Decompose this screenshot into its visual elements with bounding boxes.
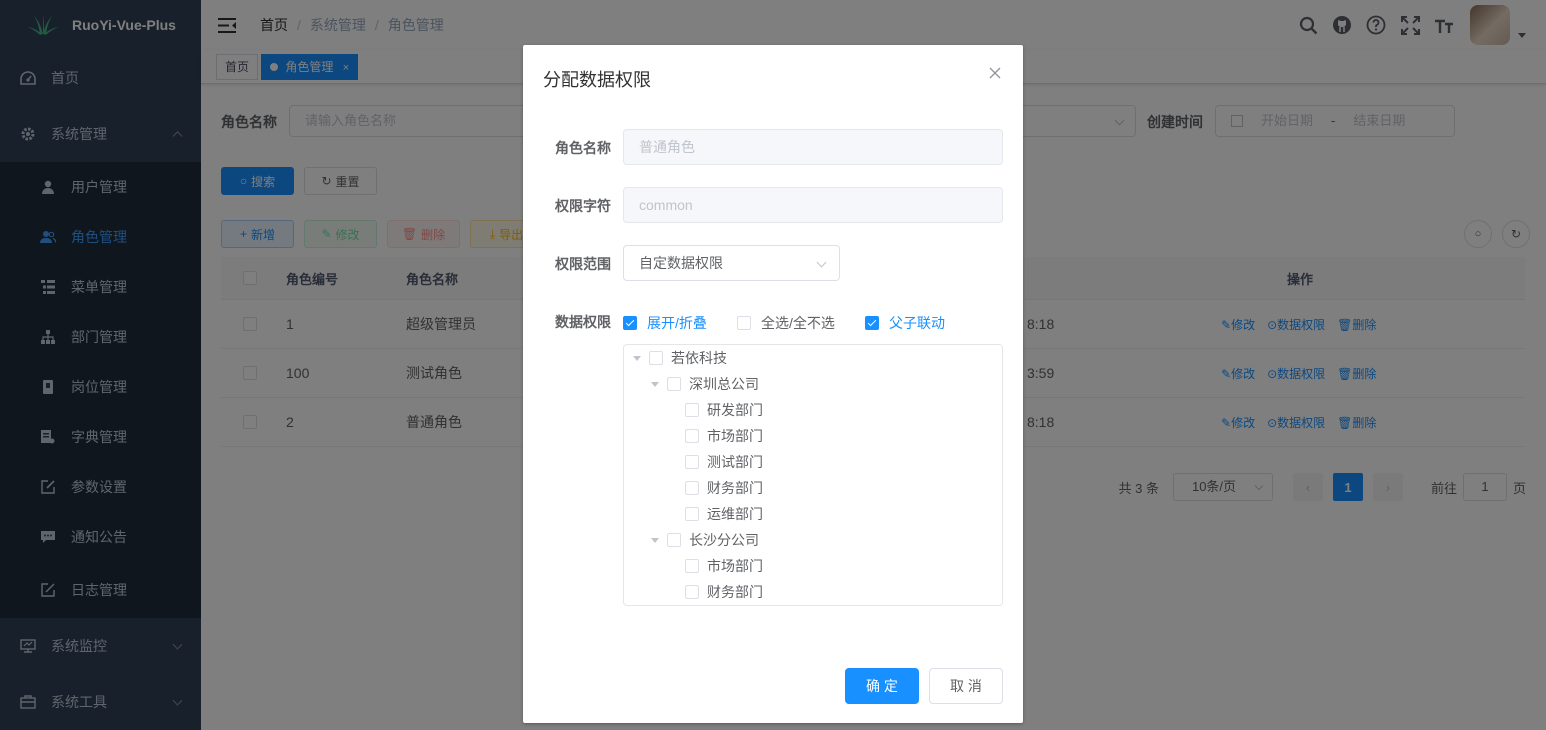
confirm-button[interactable]: 确 定	[845, 668, 919, 704]
tree-checkbox[interactable]	[685, 559, 699, 573]
tree-node-label: 财务部门	[707, 584, 763, 600]
select-all-checkbox[interactable]: 全选/全不选	[737, 313, 835, 333]
tree-node[interactable]: 深圳总公司	[651, 371, 759, 397]
perm-key-field: common	[623, 187, 1003, 223]
tree-node-label: 市场部门	[707, 428, 763, 444]
tree-checkbox[interactable]	[649, 351, 663, 365]
tree-node[interactable]: 研发部门	[685, 397, 763, 423]
tree-node-label: 若依科技	[671, 350, 727, 366]
tree-checkbox[interactable]	[667, 377, 681, 391]
tree-node[interactable]: 市场部门	[685, 553, 763, 579]
cancel-button[interactable]: 取 消	[929, 668, 1003, 704]
data-scope-label: 数据权限	[555, 314, 611, 330]
scope-select[interactable]: 自定数据权限	[623, 245, 840, 281]
tree-node[interactable]: 若依科技	[633, 345, 727, 371]
caret-down-icon[interactable]	[633, 355, 641, 361]
tree-checkbox[interactable]	[685, 429, 699, 443]
tree-node-label: 测试部门	[707, 454, 763, 470]
scope-select-value: 自定数据权限	[639, 255, 723, 271]
tree-node-label: 长沙分公司	[689, 532, 759, 548]
tree-node[interactable]: 财务部门	[685, 475, 763, 501]
caret-down-icon[interactable]	[651, 381, 659, 387]
close-icon[interactable]	[987, 65, 1003, 81]
tree-checkbox[interactable]	[685, 455, 699, 469]
tree-node[interactable]: 测试部门	[685, 449, 763, 475]
tree-node-label: 深圳总公司	[689, 376, 759, 392]
checkbox-checked-icon	[865, 316, 879, 330]
expand-checkbox[interactable]: 展开/折叠	[623, 313, 707, 333]
select-all-checkbox-label: 全选/全不选	[761, 315, 835, 331]
checkbox-checked-icon	[623, 316, 637, 330]
dialog-title: 分配数据权限	[543, 70, 651, 90]
role-name-field: 普通角色	[623, 129, 1003, 165]
tree-node[interactable]: 市场部门	[685, 423, 763, 449]
tree-node-label: 财务部门	[707, 480, 763, 496]
linkage-checkbox-label: 父子联动	[889, 315, 945, 331]
role-name-label: 角色名称	[555, 140, 611, 156]
tree-node-label: 市场部门	[707, 558, 763, 574]
dept-tree: 若依科技 深圳总公司 研发部门 市场部门 测试部门 财务部门 运维部门 长沙分公…	[623, 344, 1003, 606]
tree-node[interactable]: 长沙分公司	[651, 527, 759, 553]
perm-key-label: 权限字符	[555, 198, 611, 214]
tree-node[interactable]: 运维部门	[685, 501, 763, 527]
tree-checkbox[interactable]	[685, 507, 699, 521]
expand-checkbox-label: 展开/折叠	[647, 315, 707, 331]
tree-node-label: 研发部门	[707, 402, 763, 418]
scope-label: 权限范围	[555, 256, 611, 272]
tree-checkbox[interactable]	[685, 481, 699, 495]
data-scope-dialog: 分配数据权限 角色名称 普通角色 权限字符 common 权限范围 自定数据权限…	[523, 45, 1023, 723]
tree-checkbox[interactable]	[685, 403, 699, 417]
tree-checkbox[interactable]	[667, 533, 681, 547]
caret-down-icon[interactable]	[651, 537, 659, 543]
tree-node[interactable]: 财务部门	[685, 579, 763, 605]
tree-checkbox[interactable]	[685, 585, 699, 599]
chevron-down-icon	[816, 257, 827, 268]
tree-node-label: 运维部门	[707, 506, 763, 522]
checkbox-unchecked-icon	[737, 316, 751, 330]
linkage-checkbox[interactable]: 父子联动	[865, 313, 945, 333]
